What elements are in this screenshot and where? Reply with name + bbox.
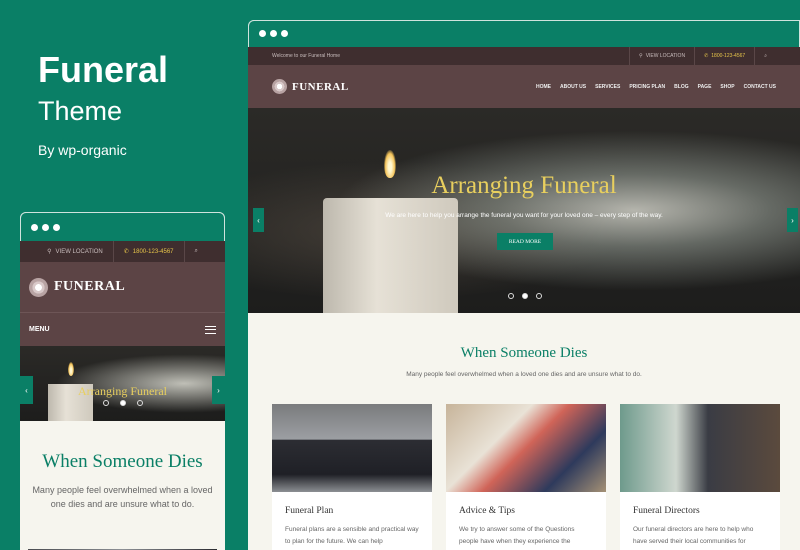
card-advice-tips[interactable]: Advice & Tips We try to answer some of t… bbox=[446, 404, 606, 550]
view-location-label: VIEW LOCATION bbox=[55, 248, 103, 255]
card-title: Funeral Directors bbox=[633, 506, 700, 516]
menu-label: MENU bbox=[29, 326, 50, 333]
search-button[interactable]: ⌕ bbox=[754, 47, 776, 65]
read-more-button[interactable]: READ MORE bbox=[497, 233, 553, 250]
window-dot-icon bbox=[53, 224, 60, 231]
view-location-label: VIEW LOCATION bbox=[645, 53, 686, 59]
mobile-top-bar: ⚲ VIEW LOCATION ✆ 1800-123-4567 ⌕ bbox=[20, 241, 225, 262]
hamburger-icon[interactable] bbox=[205, 325, 216, 334]
slider-next-button[interactable]: › bbox=[787, 208, 798, 232]
browser-titlebar bbox=[248, 20, 800, 47]
hero-subtitle: We are here to help you arrange the fune… bbox=[385, 212, 663, 219]
main-nav: HOME ABOUT US SERVICES PRICING PLAN BLOG… bbox=[349, 84, 776, 90]
nav-services[interactable]: SERVICES bbox=[595, 84, 620, 90]
section-subtitle: Many people feel overwhelmed when a love… bbox=[406, 371, 642, 378]
mobile-hero-title: Arranging Funeral bbox=[78, 384, 167, 398]
card-text: We try to answer some of the Questions p… bbox=[459, 526, 575, 545]
mobile-logo-text[interactable]: FUNERAL bbox=[54, 279, 125, 295]
site-logo[interactable]: FUNERAL bbox=[272, 79, 349, 94]
brand-byline: By wp-organic bbox=[38, 142, 127, 158]
phone-number: 1800-123-4567 bbox=[132, 248, 174, 255]
window-dot-icon bbox=[31, 224, 38, 231]
card-text: Our funeral directors are here to help w… bbox=[633, 526, 754, 545]
slider-prev-button[interactable]: ‹ bbox=[253, 208, 264, 232]
flame-image bbox=[68, 362, 74, 376]
chevron-left-icon: ‹ bbox=[257, 215, 260, 225]
card-title: Funeral Plan bbox=[285, 506, 334, 516]
chevron-right-icon: › bbox=[791, 215, 794, 225]
mobile-slider-prev-button[interactable]: ‹ bbox=[20, 376, 33, 404]
flower-logo-icon bbox=[272, 79, 287, 94]
card-image bbox=[620, 404, 780, 492]
phone-icon: ✆ bbox=[704, 53, 709, 59]
nav-contact-us[interactable]: CONTACT US bbox=[744, 84, 776, 90]
site-header: FUNERAL HOME ABOUT US SERVICES PRICING P… bbox=[248, 65, 800, 108]
logo-text: FUNERAL bbox=[292, 80, 349, 93]
phone-link[interactable]: ✆ 1800-123-4567 bbox=[694, 47, 754, 65]
card-text: Funeral plans are a sensible and practic… bbox=[285, 526, 419, 545]
mobile-preview: ⚲ VIEW LOCATION ✆ 1800-123-4567 ⌕ FUNERA… bbox=[20, 212, 225, 550]
window-dot-icon bbox=[42, 224, 49, 231]
mobile-slider-next-button[interactable]: › bbox=[212, 376, 225, 404]
search-icon: ⌕ bbox=[764, 53, 767, 59]
mobile-menu-bar[interactable]: MENU bbox=[20, 312, 225, 346]
brand-title: Funeral bbox=[38, 49, 169, 90]
desktop-preview: Welcome to our Funeral Home ⚲ VIEW LOCAT… bbox=[248, 20, 800, 550]
card-image bbox=[272, 404, 432, 492]
slider-dot[interactable] bbox=[536, 293, 542, 299]
mobile-slider-dots bbox=[103, 400, 143, 406]
slider-dot-active[interactable] bbox=[120, 400, 126, 406]
card-funeral-plan[interactable]: Funeral Plan Funeral plans are a sensibl… bbox=[272, 404, 432, 550]
window-dots bbox=[259, 30, 288, 37]
section-title: When Someone Dies bbox=[460, 345, 588, 361]
slider-dots bbox=[508, 293, 542, 299]
mobile-titlebar bbox=[20, 212, 225, 241]
mobile-section-title: When Someone Dies bbox=[42, 451, 203, 472]
window-dot-icon bbox=[270, 30, 277, 37]
slider-dot[interactable] bbox=[508, 293, 514, 299]
phone-number: 1800-123-4567 bbox=[711, 53, 746, 59]
card-image bbox=[446, 404, 606, 492]
welcome-text: Welcome to our Funeral Home bbox=[272, 53, 340, 59]
flower-logo-icon bbox=[29, 277, 48, 297]
brand-subtitle: Theme bbox=[38, 96, 123, 126]
window-dot-icon bbox=[259, 30, 266, 37]
nav-home[interactable]: HOME bbox=[536, 84, 551, 90]
mobile-section-subtitle: Many people feel overwhelmed when a love… bbox=[32, 485, 213, 509]
slider-dot-active[interactable] bbox=[522, 293, 528, 299]
nav-page[interactable]: PAGE bbox=[698, 84, 712, 90]
when-someone-dies-section: When Someone Dies Many people feel overw… bbox=[248, 313, 800, 550]
chevron-left-icon: ‹ bbox=[25, 385, 28, 395]
window-dot-icon bbox=[281, 30, 288, 37]
map-pin-icon: ⚲ bbox=[639, 53, 643, 59]
mobile-header: FUNERAL bbox=[20, 262, 225, 312]
slider-dot[interactable] bbox=[137, 400, 143, 406]
mobile-view-location-link[interactable]: ⚲ VIEW LOCATION bbox=[37, 241, 113, 262]
slider-dot[interactable] bbox=[103, 400, 109, 406]
nav-shop[interactable]: SHOP bbox=[720, 84, 734, 90]
brand-block: Funeral Theme By wp-organic bbox=[38, 49, 169, 159]
search-icon: ⌕ bbox=[194, 248, 198, 254]
map-pin-icon: ⚲ bbox=[47, 249, 52, 255]
service-cards: Funeral Plan Funeral plans are a sensibl… bbox=[272, 404, 780, 550]
card-funeral-directors[interactable]: Funeral Directors Our funeral directors … bbox=[620, 404, 780, 550]
card-title: Advice & Tips bbox=[459, 506, 515, 516]
nav-about-us[interactable]: ABOUT US bbox=[560, 84, 586, 90]
chevron-right-icon: › bbox=[217, 385, 220, 395]
mobile-search-button[interactable]: ⌕ bbox=[183, 241, 208, 262]
nav-blog[interactable]: BLOG bbox=[674, 84, 688, 90]
top-bar: Welcome to our Funeral Home ⚲ VIEW LOCAT… bbox=[248, 47, 800, 65]
phone-icon: ✆ bbox=[123, 249, 129, 255]
nav-pricing-plan[interactable]: PRICING PLAN bbox=[629, 84, 665, 90]
hero-title: Arranging Funeral bbox=[431, 172, 617, 199]
window-dots bbox=[31, 224, 60, 231]
mobile-section: When Someone Dies Many people feel overw… bbox=[20, 421, 225, 550]
mobile-phone-link[interactable]: ✆ 1800-123-4567 bbox=[112, 241, 184, 262]
view-location-link[interactable]: ⚲ VIEW LOCATION bbox=[629, 47, 694, 65]
hero-slider: Arranging Funeral We are here to help yo… bbox=[248, 108, 800, 313]
mobile-hero-slider: Arranging Funeral ‹ › bbox=[20, 346, 225, 421]
